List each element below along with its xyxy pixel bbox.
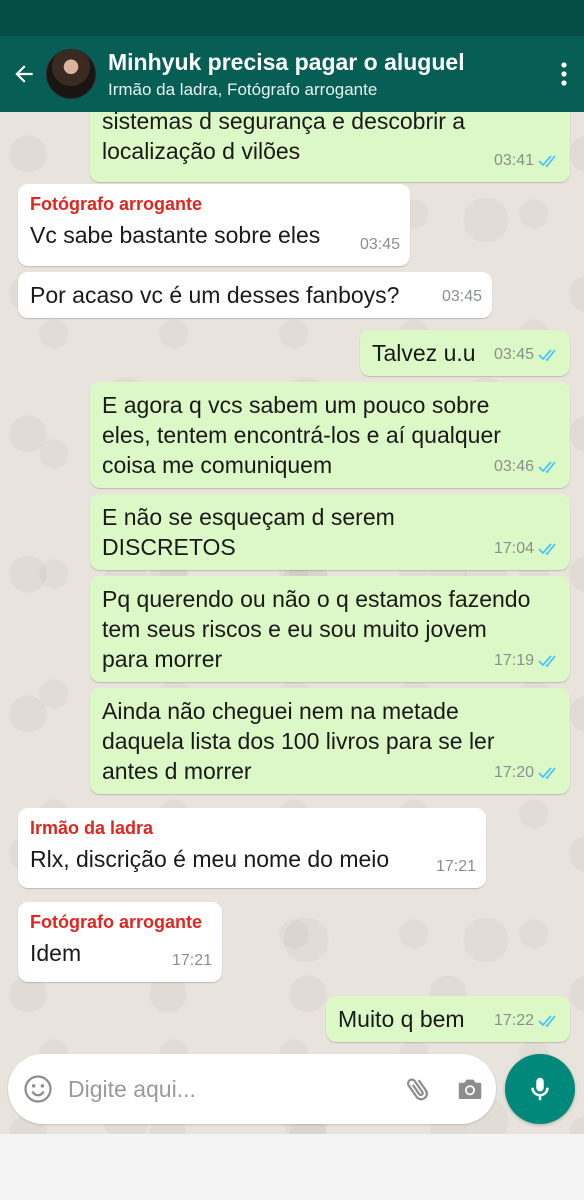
message-bubble[interactable]: Fotógrafo arrogante Idem 17:21	[18, 902, 222, 982]
message-time: 03:45	[493, 346, 534, 363]
double-check-icon	[538, 767, 556, 780]
status-bar	[0, 0, 584, 36]
message-time: 17:20	[493, 764, 534, 781]
message-bubble[interactable]: Pq querendo ou não o q estamos fazendo t…	[90, 576, 570, 682]
message-time: 03:45	[441, 288, 482, 305]
message-composer	[8, 1054, 496, 1124]
message-text: E não se esqueçam d serem DISCRETOS	[102, 504, 395, 560]
emoji-icon	[24, 1075, 52, 1103]
message-bubble[interactable]: E não se esqueçam d serem DISCRETOS 17:0…	[90, 494, 570, 570]
double-check-icon	[538, 349, 556, 362]
message-bubble[interactable]: Fotógrafo arrogante Vc sabe bastante sob…	[18, 184, 410, 266]
chat-participants: Irmão da ladra, Fotógrafo arrogante	[108, 79, 378, 99]
message-time: 03:45	[359, 236, 400, 253]
mic-icon	[531, 1077, 549, 1101]
message-sender: Fotógrafo arrogante	[30, 912, 203, 932]
message-text: Rlx, discrição é meu nome do meio	[30, 846, 390, 872]
message-sender: Irmão da ladra	[30, 818, 154, 838]
message-time: 17:04	[493, 540, 534, 557]
message-time: 03:46	[493, 458, 534, 475]
message-text: Por acaso vc é um desses fanboys?	[30, 282, 400, 308]
message-time: 17:22	[493, 1012, 534, 1029]
voice-record-button[interactable]	[505, 1054, 575, 1124]
message-time: 17:21	[435, 858, 476, 875]
message-text: Ainda não cheguei nem na metade daquela …	[102, 698, 495, 784]
back-button[interactable]	[2, 61, 46, 87]
message-bubble[interactable]: Irmão da ladra Rlx, discrição é meu nome…	[18, 808, 486, 888]
arrow-left-icon	[15, 65, 33, 83]
chat-header: Minhyuk precisa pagar o aluguel Irmão da…	[0, 36, 584, 112]
message-text: Vc sabe bastante sobre eles	[30, 222, 321, 248]
message-text: sistemas d segurança e descobrir a local…	[102, 112, 466, 164]
message-bubble[interactable]: Muito q bem 17:22	[326, 996, 570, 1042]
double-check-icon	[538, 655, 556, 668]
camera-icon	[458, 1079, 482, 1099]
message-input[interactable]	[68, 1075, 392, 1103]
double-check-icon	[538, 155, 556, 168]
message-sender: Fotógrafo arrogante	[30, 194, 203, 214]
message-bubble[interactable]: Talvez u.u 03:45	[360, 330, 570, 376]
message-bubble[interactable]: E agora q vcs sabem um pouco sobre eles,…	[90, 382, 570, 488]
emoji-button[interactable]	[8, 1074, 68, 1104]
message-text: Pq querendo ou não o q estamos fazendo t…	[102, 586, 531, 672]
message-time: 17:19	[493, 652, 534, 669]
message-time: 03:41	[493, 152, 534, 169]
message-bubble[interactable]: Por acaso vc é um desses fanboys? 03:45	[18, 272, 492, 318]
attach-button[interactable]	[392, 1074, 444, 1104]
message-text: E agora q vcs sabem um pouco sobre eles,…	[102, 392, 501, 478]
double-check-icon	[538, 461, 556, 474]
message-time: 17:21	[171, 952, 212, 969]
message-bubble[interactable]: sistemas d segurança e descobrir a local…	[90, 112, 570, 182]
double-check-icon	[538, 1015, 556, 1028]
more-options-button[interactable]	[544, 61, 584, 87]
message-list[interactable]: sistemas d segurança e descobrir a local…	[0, 112, 584, 1134]
message-bubble[interactable]: Ainda não cheguei nem na metade daquela …	[90, 688, 570, 794]
double-check-icon	[538, 543, 556, 556]
more-vert-icon	[561, 62, 567, 86]
paperclip-icon	[406, 1078, 428, 1101]
chat-title: Minhyuk precisa pagar o aluguel	[108, 48, 465, 75]
group-avatar[interactable]	[46, 49, 96, 99]
chat-info[interactable]: Minhyuk precisa pagar o aluguel Irmão da…	[108, 48, 544, 101]
camera-button[interactable]	[444, 1074, 496, 1104]
